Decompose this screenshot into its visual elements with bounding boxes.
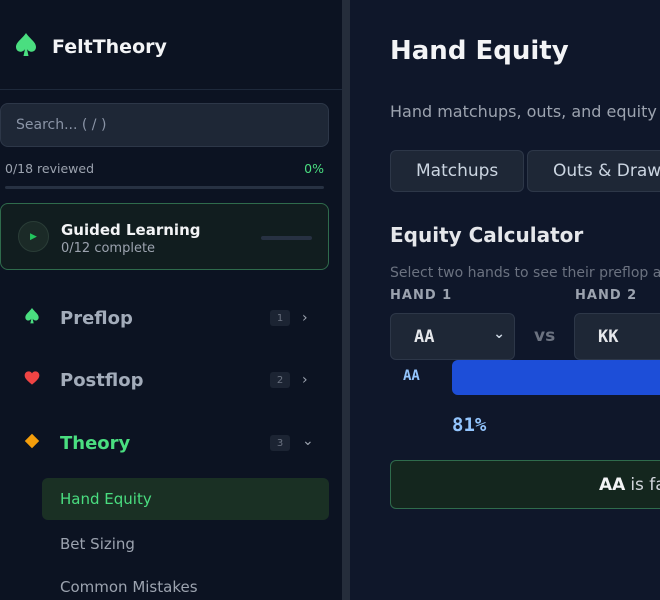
tab-matchups[interactable]: Matchups <box>390 150 525 192</box>
hand2-label: HAND 2 <box>575 288 638 303</box>
resize-handle[interactable] <box>342 0 350 600</box>
chevron-down-icon[interactable]: ⌄ <box>302 433 314 449</box>
guided-title: Guided Learning <box>61 221 201 239</box>
nav-label: Postflop <box>60 369 144 391</box>
calculator-title: Equity Calculator <box>390 223 584 247</box>
review-progress-bar <box>5 186 324 189</box>
nav-item-postflop[interactable]: Postflop 2 › <box>0 360 329 400</box>
sidebar-item-common-mistakes[interactable]: Common Mistakes <box>42 566 329 600</box>
hand1-select[interactable]: AA ⌄ <box>390 313 515 360</box>
hand1-value: AA <box>414 326 435 347</box>
guided-progress-bar <box>261 236 312 240</box>
hand2-select[interactable]: KK <box>574 313 660 360</box>
hand1-label: HAND 1 <box>390 288 453 303</box>
guided-subtitle: 0/12 complete <box>61 241 156 256</box>
app-title: FeltTheory <box>52 36 167 58</box>
nav-label: Theory <box>60 432 131 454</box>
review-count: 0/18 reviewed <box>5 161 95 176</box>
calculator-description: Select two hands to see their preflop a <box>390 265 660 281</box>
equity-bar <box>452 360 660 395</box>
equity-percent: 81% <box>452 414 487 436</box>
equity-bar-fill <box>452 360 660 395</box>
nav-badge: 1 <box>270 310 290 326</box>
chevron-down-icon: ⌄ <box>493 326 505 342</box>
chevron-right-icon[interactable]: › <box>302 372 308 388</box>
nav-badge: 2 <box>270 372 290 388</box>
page-description: Hand matchups, outs, and equity vs <box>390 102 660 121</box>
nav-item-theory[interactable]: Theory 3 ⌄ <box>0 423 329 463</box>
hand2-value: KK <box>598 326 619 347</box>
nav-label: Preflop <box>60 307 133 329</box>
main-content: Hand Equity Hand matchups, outs, and equ… <box>350 0 660 600</box>
vs-label: vs <box>534 326 556 346</box>
sidebar: FeltTheory Search... ( / ) 0/18 reviewed… <box>0 0 342 600</box>
spade-icon <box>14 32 38 62</box>
page-title: Hand Equity <box>390 36 569 66</box>
result-text: is fa <box>630 474 660 495</box>
guided-learning-card[interactable]: ▶ Guided Learning 0/12 complete <box>0 203 329 270</box>
brand[interactable]: FeltTheory <box>14 32 167 62</box>
review-status: 0/18 reviewed 0% <box>5 161 324 176</box>
sidebar-item-hand-equity[interactable]: Hand Equity <box>42 478 329 520</box>
tab-outs-draws[interactable]: Outs & Draws <box>527 150 660 192</box>
nav-badge: 3 <box>270 435 290 451</box>
brand-divider <box>0 89 342 90</box>
result-hand: AA <box>599 474 626 495</box>
nav-item-preflop[interactable]: Preflop 1 › <box>0 298 329 338</box>
heart-icon <box>22 370 42 391</box>
spade-icon <box>22 307 42 330</box>
play-icon[interactable]: ▶ <box>18 221 49 252</box>
result-banner: AA is fa <box>390 460 660 509</box>
sidebar-item-bet-sizing[interactable]: Bet Sizing <box>42 523 329 565</box>
review-percent: 0% <box>304 161 324 176</box>
diamond-icon <box>22 433 42 454</box>
equity-hand-label: AA <box>403 368 420 384</box>
search-input[interactable]: Search... ( / ) <box>0 103 329 147</box>
chevron-right-icon[interactable]: › <box>302 310 308 326</box>
